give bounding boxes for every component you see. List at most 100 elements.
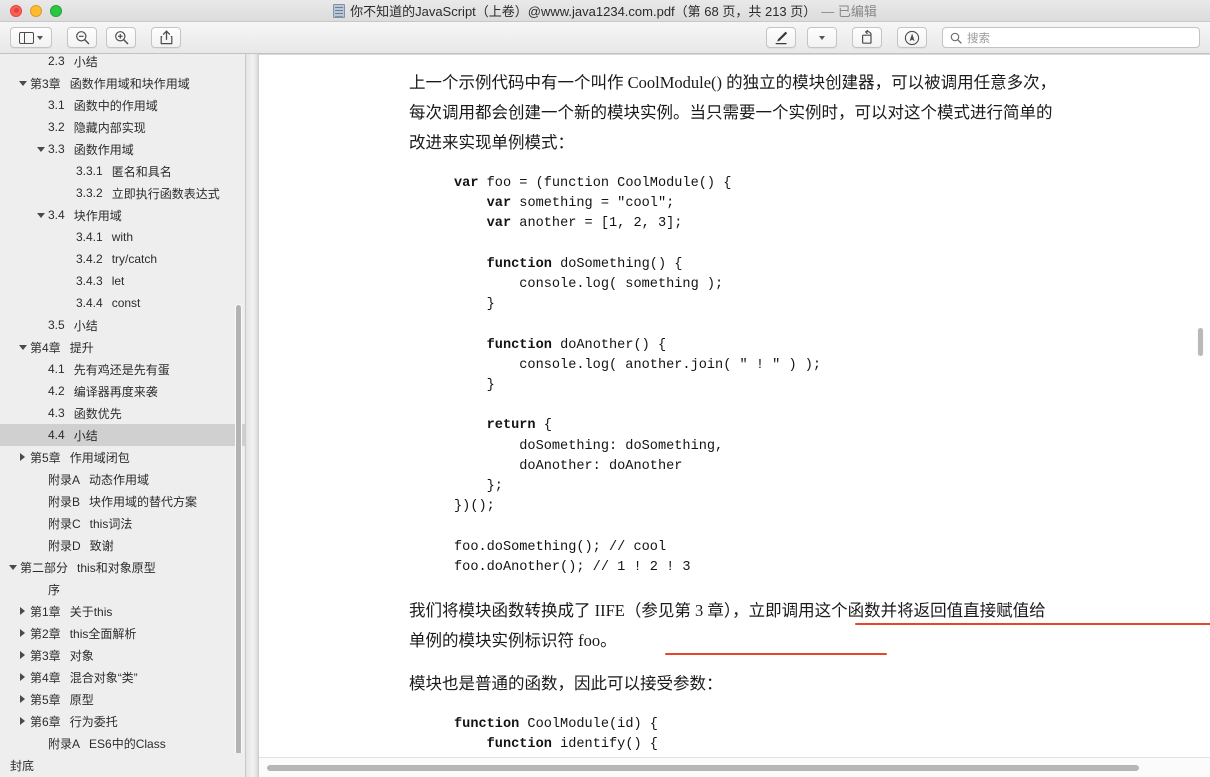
toc-item[interactable]: 4.1 先有鸡还是先有蛋 — [0, 358, 245, 380]
toc-item[interactable]: 附录A 动态作用域 — [0, 468, 245, 490]
window-body: 2.3 小结 第3章 函数作用域和块作用域 3.1 函数中的作用域 3.2 隐藏内部实现 3.3… — [0, 54, 1210, 777]
disclosure-triangle-open-icon[interactable] — [35, 213, 46, 218]
page-horizontal-scrollbar-thumb[interactable] — [266, 764, 1140, 772]
toc-item[interactable]: 第1章 关于this — [0, 600, 245, 622]
disclosure-triangle-closed-icon[interactable] — [17, 607, 28, 615]
toc-item[interactable]: 3.5 小结 — [0, 314, 245, 336]
toc-item[interactable]: 3.4.2 try/catch — [0, 248, 245, 270]
toc-item-number: 附录A — [48, 736, 81, 751]
disclosure-triangle-closed-icon[interactable] — [17, 695, 28, 703]
toc-item[interactable]: 附录A ES6中的Class — [0, 732, 245, 754]
toc-list: 2.3 小结 第3章 函数作用域和块作用域 3.1 函数中的作用域 3.2 隐藏内部实现 3.3… — [0, 54, 245, 777]
rotate-button[interactable] — [852, 27, 882, 48]
toc-item[interactable]: 第4章 提升 — [0, 336, 245, 358]
toc-item-number: 3.5 — [48, 318, 65, 332]
toc-item-label: 匿名和具名 — [111, 164, 172, 179]
toc-item[interactable]: 附录B 块作用域的替代方案 — [0, 490, 245, 512]
code-line: foo.doSomething(); // cool — [454, 539, 667, 555]
toc-item-label: 提升 — [69, 340, 94, 355]
toc-item-label: 隐藏内部实现 — [73, 120, 146, 135]
paragraph-2-line-2: 单例的模块实例标识符 foo。 — [409, 631, 617, 650]
toc-item-number: 第3章 — [30, 648, 61, 663]
toc-item-number: 第6章 — [30, 714, 61, 729]
toc-item-label: 动态作用域 — [89, 472, 150, 487]
toc-item-number: 第2章 — [30, 626, 61, 641]
paragraph-1: 上一个示例代码中有一个叫作 CoolModule() 的独立的模块创建器，可以被… — [409, 68, 1150, 158]
markup-options-button[interactable] — [807, 27, 837, 48]
toc-item[interactable]: 附录C this词法 — [0, 512, 245, 534]
toc-item[interactable]: 3.3.1 匿名和具名 — [0, 160, 245, 182]
window-controls — [10, 4, 62, 17]
minimize-window-button[interactable] — [30, 4, 42, 17]
paragraph-1-line-1: 上一个示例代码中有一个叫作 CoolModule() 的独立的模块创建器，可以被… — [409, 68, 1150, 98]
toc-item[interactable]: 4.2 编译器再度来袭 — [0, 380, 245, 402]
paragraph-3: 模块也是普通的函数，因此可以接受参数： — [409, 669, 1150, 699]
toc-item[interactable]: 序 — [0, 578, 245, 600]
code-block-1: var foo = (function CoolModule() { var s… — [454, 174, 1150, 578]
highlight-annotate-icon — [904, 30, 920, 45]
toc-item[interactable]: 第5章 原型 — [0, 688, 245, 710]
toc-item[interactable]: 第2章 this全面解析 — [0, 622, 245, 644]
toc-item[interactable]: 3.3.2 立即执行函数表达式 — [0, 182, 245, 204]
code-line: function identify() { — [486, 737, 658, 753]
disclosure-triangle-closed-icon[interactable] — [17, 673, 28, 681]
toc-item[interactable]: 第4章 混合对象“类” — [0, 666, 245, 688]
zoom-out-button[interactable] — [67, 27, 97, 48]
toc-item-label: this全面解析 — [69, 626, 137, 641]
close-window-button[interactable] — [10, 4, 22, 17]
toc-item-label: 先有鸡还是先有蛋 — [73, 362, 170, 377]
sidebar-scrollbar-thumb[interactable] — [235, 304, 242, 765]
sidebar-scrollbar-track[interactable] — [234, 304, 243, 765]
search-field[interactable]: 搜索 — [942, 27, 1200, 48]
share-button[interactable] — [151, 27, 181, 48]
toc-item[interactable]: 3.4 块作用域 — [0, 204, 245, 226]
toc-item[interactable]: 4.3 函数优先 — [0, 402, 245, 424]
toc-item[interactable]: 4.4 小结 — [0, 424, 245, 446]
toc-item[interactable]: 3.3 函数作用域 — [0, 138, 245, 160]
toc-bottom-label: 封底 — [10, 758, 35, 773]
toc-item-label: 编译器再度来袭 — [73, 384, 158, 399]
page-vertical-scrollbar-thumb[interactable] — [1197, 327, 1204, 357]
toc-item-number: 第5章 — [30, 450, 61, 465]
zoom-window-button[interactable] — [50, 4, 62, 17]
toc-item-number: 3.3 — [48, 142, 65, 156]
toc-item-number: 4.4 — [48, 428, 65, 442]
toc-item[interactable]: 2.3 小结 — [0, 54, 245, 72]
disclosure-triangle-closed-icon[interactable] — [17, 453, 28, 461]
disclosure-triangle-open-icon[interactable] — [7, 565, 18, 570]
disclosure-triangle-closed-icon[interactable] — [17, 629, 28, 637]
sidebar-toggle-icon — [19, 31, 34, 44]
disclosure-triangle-open-icon[interactable] — [17, 81, 28, 86]
page-horizontal-scrollbar-track[interactable] — [259, 757, 1210, 777]
disclosure-triangle-open-icon[interactable] — [17, 345, 28, 350]
toc-item[interactable]: 第3章 对象 — [0, 644, 245, 666]
toc-item[interactable]: 3.4.1 with — [0, 226, 245, 248]
page-vertical-scrollbar-track[interactable] — [1195, 55, 1207, 755]
toc-item[interactable]: 第3章 函数作用域和块作用域 — [0, 72, 245, 94]
toc-item-number: 第3章 — [30, 76, 61, 91]
toc-item[interactable]: 第6章 行为委托 — [0, 710, 245, 732]
disclosure-triangle-closed-icon[interactable] — [17, 651, 28, 659]
window-title-bar: 你不知道的JavaScript（上卷）@www.java1234.com.pdf… — [0, 0, 1210, 22]
toc-item[interactable]: 3.1 函数中的作用域 — [0, 94, 245, 116]
toc-item[interactable]: 3.4.3 let — [0, 270, 245, 292]
toc-item[interactable]: 第5章 作用域闭包 — [0, 446, 245, 468]
toc-item[interactable]: 3.4.4 const — [0, 292, 245, 314]
disclosure-triangle-open-icon[interactable] — [35, 147, 46, 152]
zoom-in-button[interactable] — [106, 27, 136, 48]
toc-item[interactable]: 附录D 致谢 — [0, 534, 245, 556]
sidebar-toggle-button[interactable] — [10, 27, 52, 48]
markup-tool-button[interactable] — [766, 27, 796, 48]
toc-item-number: 附录D — [48, 538, 81, 553]
search-placeholder: 搜索 — [967, 32, 990, 45]
toc-bottom-item[interactable]: 封底 — [0, 753, 245, 777]
paragraph-3-line-1: 模块也是普通的函数，因此可以接受参数： — [409, 674, 723, 693]
toc-item[interactable]: 3.2 隐藏内部实现 — [0, 116, 245, 138]
disclosure-triangle-closed-icon[interactable] — [17, 717, 28, 725]
toc-item[interactable]: 第二部分 this和对象原型 — [0, 556, 245, 578]
annotate-button[interactable] — [897, 27, 927, 48]
